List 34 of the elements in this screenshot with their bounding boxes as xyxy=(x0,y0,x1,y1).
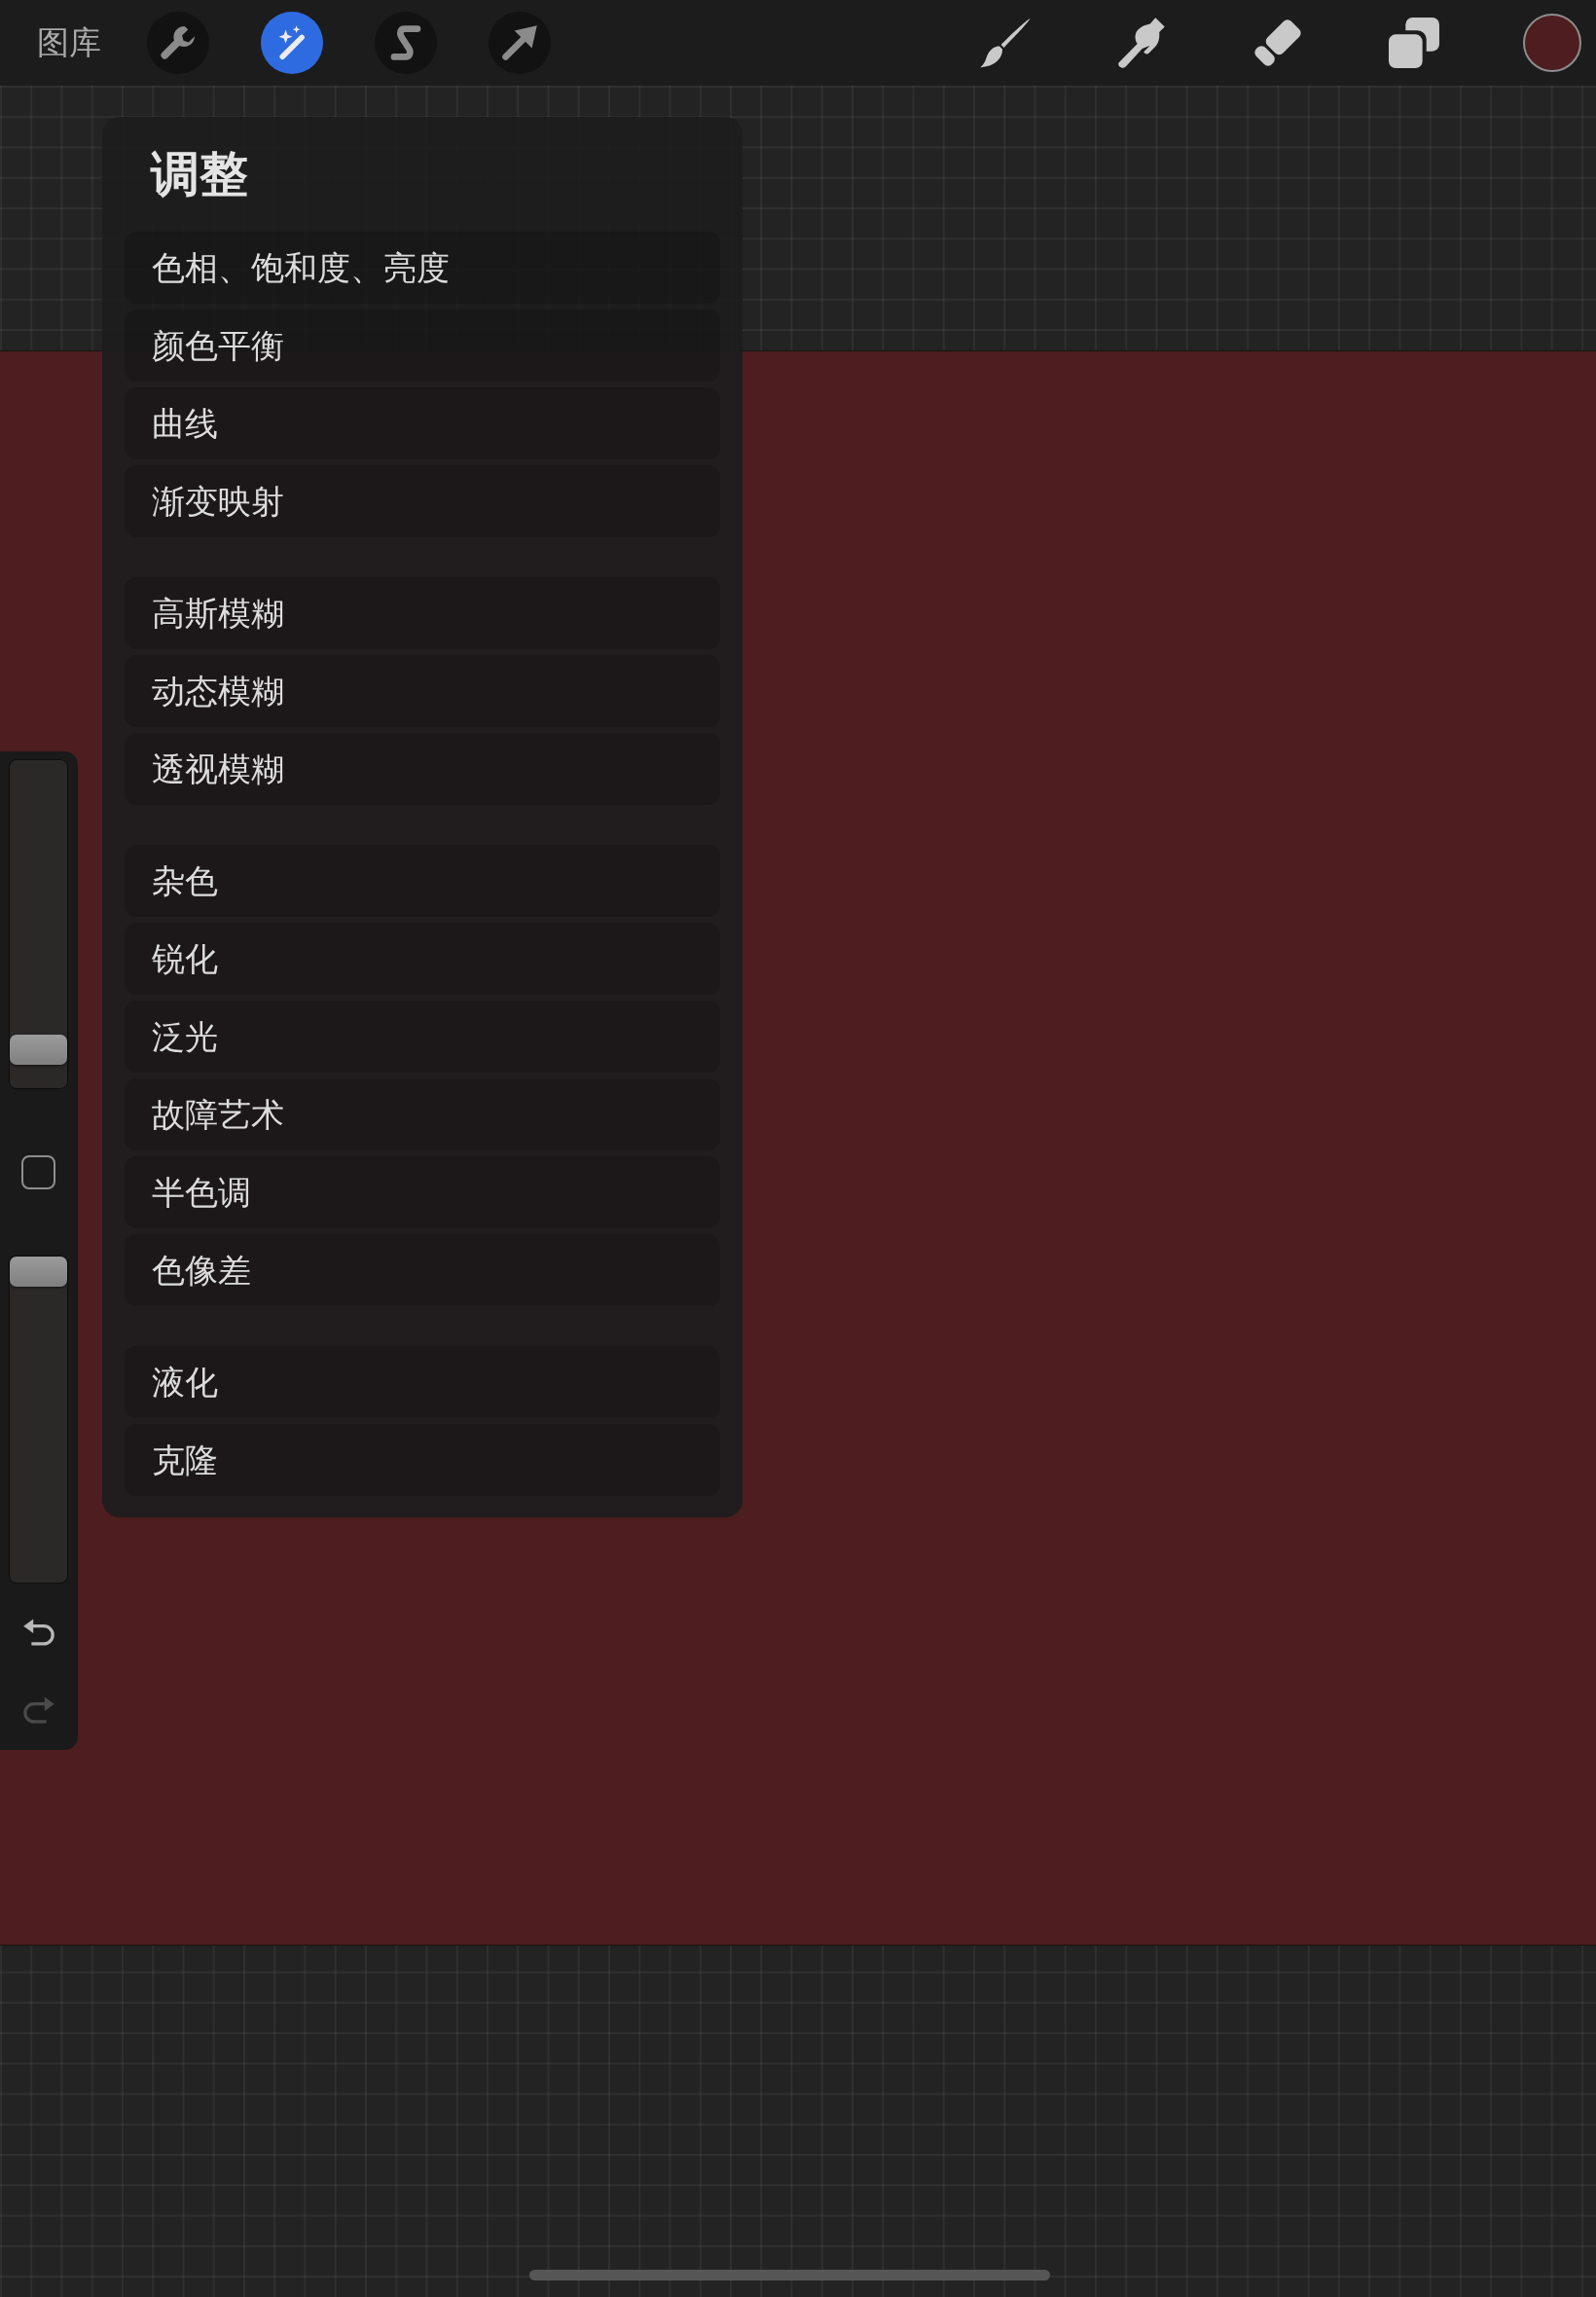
undo-icon xyxy=(22,1619,54,1646)
redo-icon xyxy=(22,1696,54,1724)
eraser-icon xyxy=(1252,18,1303,68)
slider-track[interactable] xyxy=(9,759,68,1089)
wrench-icon xyxy=(161,25,196,60)
layers-icon xyxy=(1389,18,1439,68)
color-swatch-button[interactable] xyxy=(1523,14,1581,72)
s-curve-icon xyxy=(388,25,423,60)
menu-item[interactable]: 泛光 xyxy=(125,1001,720,1073)
menu-item[interactable]: 色像差 xyxy=(125,1234,720,1306)
menu-item[interactable]: 杂色 xyxy=(125,845,720,917)
brush-icon xyxy=(980,18,1031,68)
menu-item[interactable]: 曲线 xyxy=(125,387,720,459)
slider-track[interactable] xyxy=(9,1256,68,1584)
panel-title: 调整 xyxy=(151,145,248,204)
menu-item[interactable]: 故障艺术 xyxy=(125,1078,720,1150)
slider-thumb[interactable] xyxy=(10,1034,67,1065)
menu-item[interactable]: 色相、饱和度、亮度 xyxy=(125,232,720,304)
gallery-button[interactable]: 图库 xyxy=(37,23,101,62)
menu-item[interactable]: 透视模糊 xyxy=(125,733,720,805)
menu-item[interactable]: 动态模糊 xyxy=(125,655,720,727)
menu-item[interactable]: 渐变映射 xyxy=(125,465,720,537)
slider-thumb[interactable] xyxy=(10,1257,67,1287)
menu-item[interactable]: 克隆 xyxy=(125,1424,720,1496)
menu-item[interactable]: 颜色平衡 xyxy=(125,310,720,382)
finger-icon xyxy=(1116,18,1167,68)
menu-item[interactable]: 锐化 xyxy=(125,923,720,995)
menu-item[interactable]: 高斯模糊 xyxy=(125,577,720,649)
layers-button[interactable] xyxy=(1387,16,1441,70)
undo-button[interactable] xyxy=(21,1618,55,1647)
menu-item[interactable]: 半色调 xyxy=(125,1156,720,1228)
arrow-icon xyxy=(502,25,537,60)
menu-item[interactable]: 液化 xyxy=(125,1346,720,1418)
modify-button[interactable] xyxy=(21,1155,55,1189)
